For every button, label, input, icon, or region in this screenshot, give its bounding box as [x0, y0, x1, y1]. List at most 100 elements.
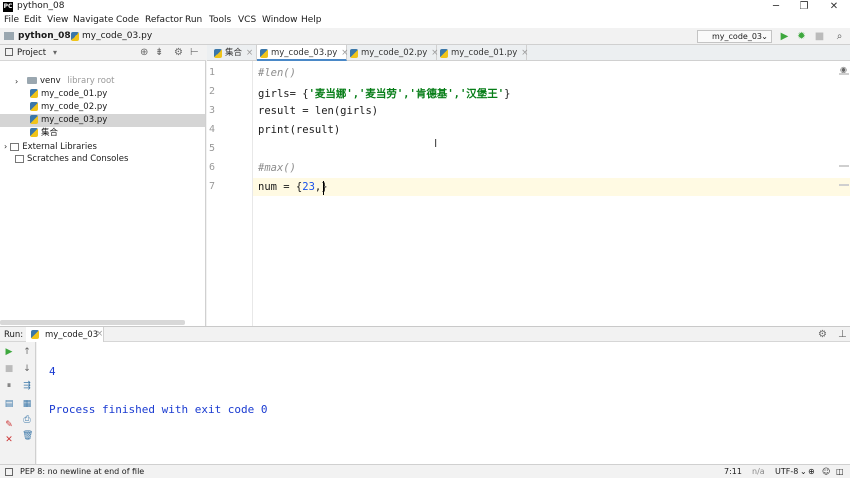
menu-edit[interactable]: Edit	[24, 15, 41, 25]
mouse-cursor-icon: I	[434, 137, 438, 150]
menu-tools[interactable]: Tools	[209, 15, 231, 25]
code-token: }	[504, 88, 511, 100]
line-number-gutter: 1 2 3 4 5 6 7	[207, 61, 253, 326]
tab-my-code-03[interactable]: my_code_03.py ×	[257, 45, 348, 61]
tree-item-label: 集合	[41, 128, 59, 138]
chevron-down-icon[interactable]: ▾	[53, 48, 57, 57]
menu-code[interactable]: Code	[116, 15, 139, 25]
menu-refactor[interactable]: Refactor	[145, 15, 183, 25]
python-file-icon	[260, 49, 268, 58]
hide-icon[interactable]: ⊥	[838, 329, 847, 340]
run-tab[interactable]: my_code_03 ×	[26, 327, 104, 342]
code-editor[interactable]: 1 2 3 4 5 6 7 #len() girls= {'麦当娜','麦当劳'…	[207, 61, 850, 326]
trash-icon[interactable]: 🗑	[22, 431, 33, 441]
run-icon[interactable]: ▶	[779, 31, 790, 42]
print-icon[interactable]: ⎙	[22, 415, 32, 425]
hide-icon[interactable]: ⊢	[190, 47, 199, 58]
editor-tabs: 集合 × my_code_03.py × my_code_02.py × my_cod…	[207, 45, 850, 61]
menu-view[interactable]: View	[47, 15, 68, 25]
gear-icon[interactable]: ⚙	[174, 47, 183, 58]
python-file-icon	[31, 330, 39, 339]
code-line-4: print(result)	[258, 124, 341, 136]
run-config-select[interactable]: my_code_03 ⌄	[697, 30, 772, 43]
tree-item-venv[interactable]: › venv library root	[0, 75, 205, 88]
stop-icon[interactable]: ■	[4, 364, 14, 374]
code-line-2: girls= {'麦当娜','麦当劳','肯德基','汉堡王'}	[258, 86, 510, 101]
menu-window[interactable]: Window	[262, 15, 298, 25]
project-panel-header: Project ▾ ⊕ ⇟ ⚙ ⊢	[0, 45, 206, 61]
tree-item-my-code-02[interactable]: my_code_02.py	[0, 101, 205, 114]
horizontal-scrollbar[interactable]	[0, 320, 185, 325]
line-separator[interactable]: n/a	[752, 465, 765, 478]
status-message: PEP 8: no newline at end of file	[20, 467, 145, 476]
error-stripe-mark	[839, 165, 849, 167]
error-stripe-mark	[839, 73, 849, 75]
menu-navigate[interactable]: Navigate	[73, 15, 113, 25]
inspector-icon[interactable]: ☺	[822, 465, 830, 478]
folder-icon	[27, 77, 37, 84]
tree-item-scratches[interactable]: Scratches and Consoles	[0, 153, 205, 166]
target-icon[interactable]: ⊕	[140, 47, 148, 58]
status-bar: PEP 8: no newline at end of file 7:11 n/…	[0, 464, 850, 478]
tab-my-code-02[interactable]: my_code_02.py ×	[347, 45, 438, 61]
project-icon	[5, 48, 13, 56]
stop-icon[interactable]: ■	[814, 31, 825, 42]
text-caret	[323, 181, 324, 195]
breadcrumb-separator: ›	[64, 31, 68, 41]
menu-run[interactable]: Run	[185, 15, 202, 25]
run-toolbar: ▶ ↑ ■ ↓ ⏸ ⇶ ▤ ▦ ⎙ ✎ 🗑 ✕	[0, 342, 36, 464]
close-icon[interactable]: ×	[96, 329, 103, 339]
close-icon[interactable]: ×	[521, 48, 528, 58]
python-file-icon	[30, 89, 38, 98]
pause-icon[interactable]: ⏸	[4, 381, 14, 391]
scroll-to-end-icon[interactable]: ▦	[22, 399, 32, 409]
tree-item-my-code-03[interactable]: my_code_03.py	[0, 114, 205, 127]
tree-item-my-code-01[interactable]: my_code_01.py	[0, 88, 205, 101]
close-icon[interactable]: ×	[246, 48, 253, 58]
toggle-tool-windows-icon[interactable]	[5, 468, 13, 476]
down-arrow-icon[interactable]: ↓	[22, 364, 32, 374]
encoding[interactable]: UTF-8	[775, 465, 798, 478]
up-arrow-icon[interactable]: ↑	[22, 347, 32, 357]
lock-icon[interactable]: ⊕	[808, 465, 815, 478]
notifications-icon[interactable]: ◫	[836, 465, 844, 478]
rerun-icon[interactable]: ▶	[4, 347, 14, 357]
python-file-icon	[30, 102, 38, 111]
pin-icon[interactable]: ✎	[4, 420, 14, 430]
menu-file[interactable]: File	[4, 15, 19, 25]
string-token: '麦当娜','麦当劳','肯德基','汉堡王'	[308, 88, 505, 100]
python-file-icon	[214, 49, 222, 58]
tree-item-label: External Libraries	[22, 142, 97, 152]
close-button[interactable]: ✕	[820, 0, 848, 14]
chevron-right-icon: ›	[15, 77, 19, 86]
tab-label: my_code_03.py	[271, 48, 338, 58]
menu-vcs[interactable]: VCS	[238, 15, 256, 25]
console-output-line: 4	[49, 365, 56, 378]
soft-wrap-icon[interactable]: ⇶	[22, 381, 32, 391]
code-line-1: #len()	[258, 67, 296, 79]
code-line-6: #max()	[258, 162, 296, 174]
close-icon[interactable]: ✕	[4, 435, 14, 445]
layout-icon[interactable]: ▤	[4, 399, 14, 409]
tree-item-external-libraries[interactable]: › External Libraries	[0, 140, 205, 153]
debug-icon[interactable]: ✹	[796, 31, 807, 42]
breadcrumb-project[interactable]: python_08	[18, 31, 71, 41]
gear-icon[interactable]: ⚙	[818, 329, 827, 340]
tab-my-code-01[interactable]: my_code_01.py ×	[437, 45, 528, 61]
tree-item-label: Scratches and Consoles	[27, 154, 129, 164]
run-config-label: my_code_03	[712, 32, 762, 41]
search-icon[interactable]: ⌕	[834, 31, 845, 42]
cursor-position[interactable]: 7:11	[724, 465, 742, 478]
run-console[interactable]: 4 Process finished with exit code 0	[37, 342, 850, 464]
chevron-down-icon: ⌄	[800, 467, 807, 476]
line-number: 4	[209, 124, 216, 135]
project-panel-title[interactable]: Project	[17, 48, 46, 58]
tree-item-label: my_code_03.py	[41, 115, 108, 125]
maximize-button[interactable]: ❐	[790, 0, 818, 14]
collapse-icon[interactable]: ⇟	[155, 47, 163, 58]
tree-item-sets[interactable]: 集合	[0, 127, 205, 140]
tab-sets[interactable]: 集合 ×	[211, 45, 257, 61]
menu-help[interactable]: Help	[301, 15, 322, 25]
breadcrumb-file[interactable]: my_code_03.py	[82, 31, 152, 41]
minimize-button[interactable]: ─	[762, 0, 790, 14]
